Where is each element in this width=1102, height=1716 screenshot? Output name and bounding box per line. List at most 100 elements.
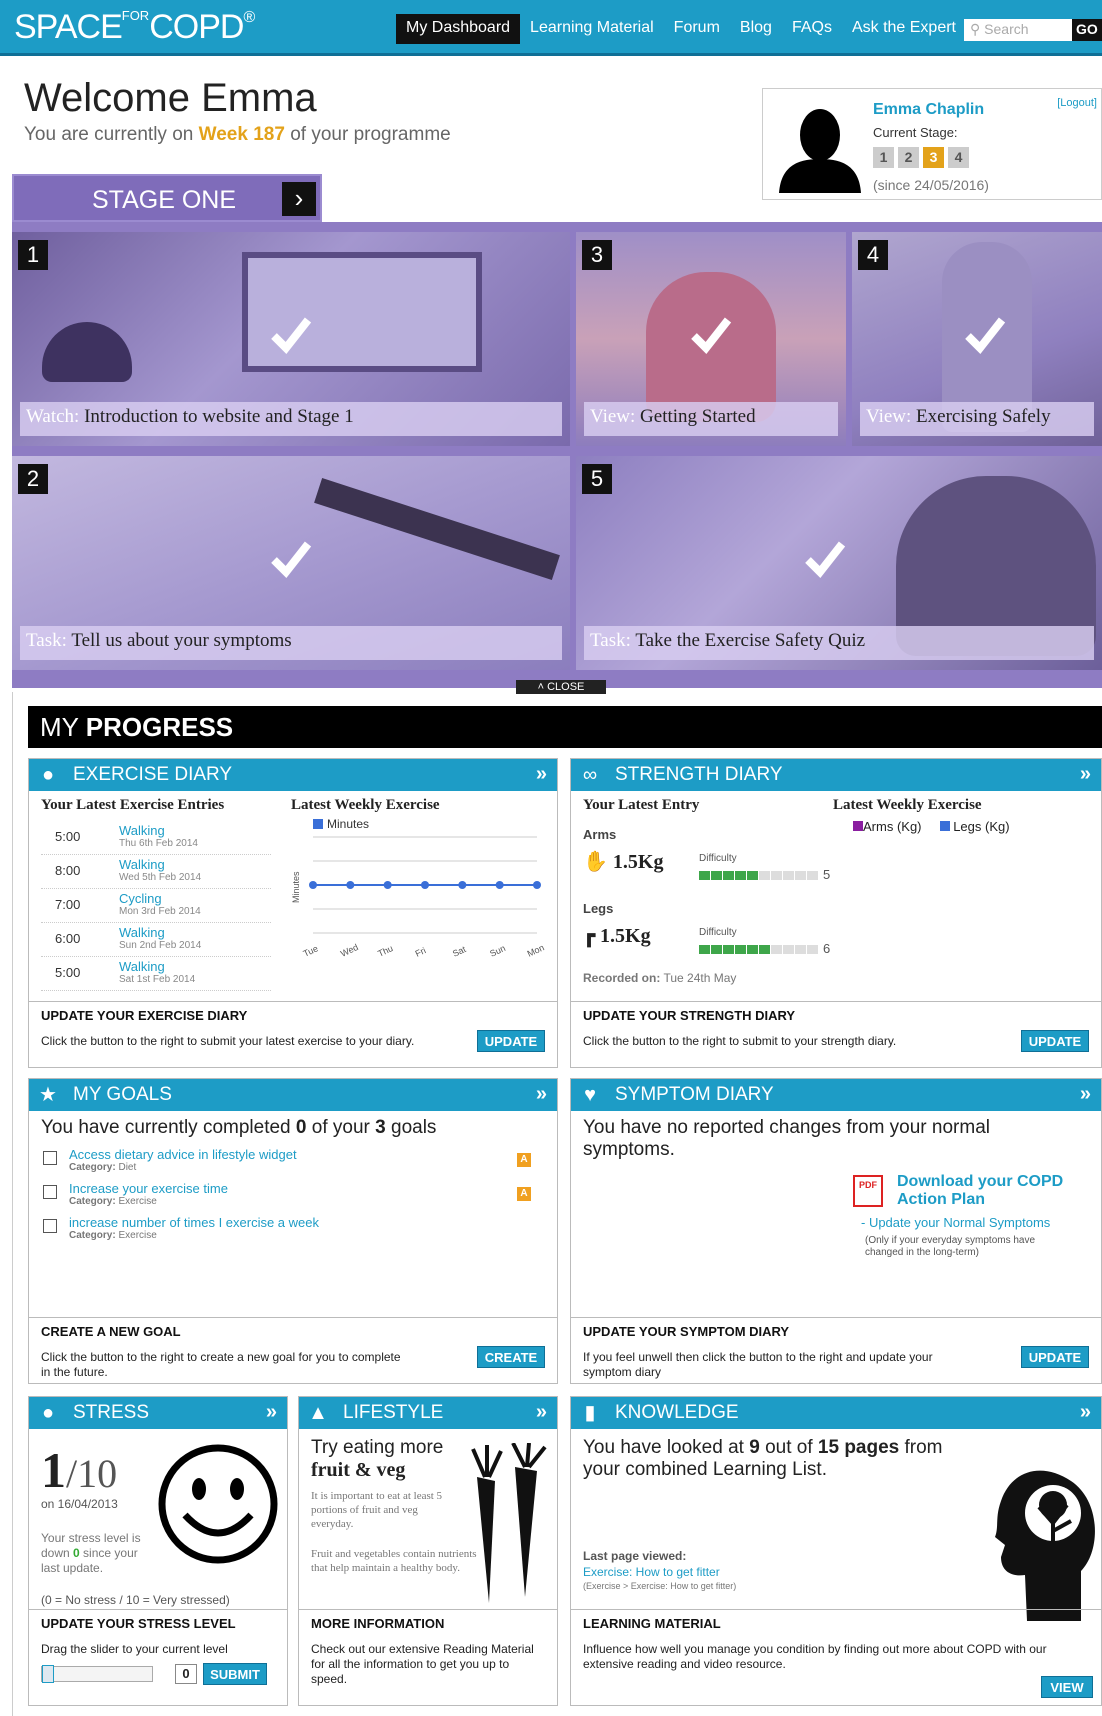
strength-diary-header[interactable]: ∞ STRENGTH DIARY »	[571, 759, 1101, 791]
week-text: You are currently on Week 187 of your pr…	[24, 124, 451, 146]
legs-difficulty-bar	[699, 945, 818, 954]
welcome-title: Welcome Emma	[24, 76, 317, 120]
legs-label: Legs	[583, 901, 614, 916]
avatar	[779, 109, 861, 193]
update-exercise-button[interactable]: UPDATE	[477, 1030, 545, 1052]
check-icon	[805, 541, 846, 579]
check-icon	[271, 541, 312, 579]
update-strength-button[interactable]: UPDATE	[1021, 1030, 1089, 1052]
chevron-right-icon[interactable]: ›	[282, 182, 316, 216]
logo[interactable]: SPACEFORCOPD®	[14, 8, 255, 47]
book-icon: ▮	[584, 1402, 596, 1424]
expand-icon[interactable]: »	[536, 1401, 547, 1424]
expand-icon[interactable]: »	[536, 763, 547, 786]
stress-title: STRESS	[73, 1402, 150, 1423]
knowledge-summary-mid: out of	[759, 1437, 818, 1458]
stage-tab[interactable]: STAGE ONE ›	[12, 174, 322, 222]
x-tick-label: Mon	[526, 942, 546, 958]
entry-activity-link[interactable]: Walking	[119, 959, 165, 974]
symptom-diary-header[interactable]: ♥ SYMPTOM DIARY »	[571, 1079, 1101, 1111]
nav-blog[interactable]: Blog	[730, 14, 782, 44]
strength-diary-footer: UPDATE YOUR STRENGTH DIARY Click the but…	[571, 1001, 1101, 1067]
nav-learning-material[interactable]: Learning Material	[520, 14, 664, 44]
update-symptom-button[interactable]: UPDATE	[1021, 1346, 1089, 1368]
heart-icon: ♥	[584, 1084, 596, 1106]
lamp-image	[42, 322, 132, 382]
entry-activity-link[interactable]: Walking	[119, 857, 165, 872]
strength-weekly-heading: Latest Weekly Exercise	[833, 797, 982, 813]
entry-activity-link[interactable]: Cycling	[119, 891, 162, 906]
entry-date: Sat 1st Feb 2014	[119, 974, 196, 985]
stress-change-value: 0	[73, 1546, 80, 1560]
footer-description: Click the button to the right to create …	[41, 1350, 401, 1379]
lifestyle-title: LIFESTYLE	[343, 1402, 444, 1423]
stage-tile-2[interactable]: 2 Task: Tell us about your symptoms	[12, 456, 570, 670]
stage-tab-bold: ONE	[181, 186, 237, 214]
knowledge-header[interactable]: ▮ KNOWLEDGE »	[571, 1397, 1101, 1429]
tile-text: Exercising Safely	[916, 406, 1051, 427]
entry-activity-link[interactable]: Walking	[119, 925, 165, 940]
user-name[interactable]: Emma Chaplin	[873, 101, 984, 119]
stage-tile-4[interactable]: 4 View: Exercising Safely	[852, 232, 1102, 446]
entry-activity-link[interactable]: Walking	[119, 823, 165, 838]
download-action-plan-link[interactable]: Download your COPD Action Plan	[897, 1173, 1097, 1209]
difficulty-segment	[771, 945, 782, 954]
exercise-entry-row: 7:00 Cycling Mon 3rd Feb 2014	[41, 889, 271, 923]
my-goals-widget: ★ MY GOALS » You have currently complete…	[28, 1078, 558, 1384]
goals-summary-prefix: You have currently completed	[41, 1117, 296, 1138]
lifestyle-header[interactable]: ▲ LIFESTYLE »	[299, 1397, 557, 1429]
tile-caption: Watch: Introduction to website and Stage…	[20, 402, 562, 436]
tile-caption: Task: Take the Exercise Safety Quiz	[584, 626, 1094, 660]
smiley-icon	[158, 1444, 278, 1564]
dumbbell-icon: ∞	[582, 764, 598, 786]
expand-icon[interactable]: »	[536, 1083, 547, 1106]
knowledge-summary: You have looked at 9 out of 15 pages fro…	[583, 1437, 973, 1481]
nav-ask-the-expert[interactable]: Ask the Expert	[842, 14, 966, 44]
nav-forum[interactable]: Forum	[664, 14, 730, 44]
tile-kind: View:	[590, 406, 636, 427]
nav-my-dashboard[interactable]: My Dashboard	[396, 14, 521, 44]
difficulty-segment	[699, 945, 710, 954]
tile-text: Introduction to website and Stage 1	[84, 406, 354, 427]
search-input[interactable]: ⚲ Search	[964, 19, 1072, 41]
stage-2: 2	[898, 147, 919, 168]
logout-link[interactable]: [Logout]	[1057, 97, 1097, 109]
submit-stress-button[interactable]: SUBMIT	[203, 1663, 267, 1685]
goal-link[interactable]: increase number of times I exercise a we…	[69, 1215, 319, 1230]
expand-icon[interactable]: »	[1080, 1401, 1091, 1424]
footer-description: Click the button to the right to submit …	[41, 1034, 415, 1048]
goal-link[interactable]: Access dietary advice in lifestyle widge…	[69, 1147, 297, 1162]
exercise-diary-header[interactable]: ● EXERCISE DIARY »	[29, 759, 557, 791]
goal-checkbox[interactable]	[43, 1219, 57, 1233]
lifestyle-para1: It is important to eat at least 5 portio…	[311, 1490, 443, 1530]
stress-header[interactable]: ● STRESS »	[29, 1397, 287, 1429]
search-go-button[interactable]: GO	[1072, 19, 1102, 41]
update-normal-symptoms-link[interactable]: - Update your Normal Symptoms	[861, 1215, 1050, 1230]
exercise-entry-row: 5:00 Walking Sat 1st Feb 2014	[41, 957, 271, 991]
arms-label: Arms	[583, 827, 617, 842]
stress-value-box[interactable]: 0	[175, 1664, 197, 1684]
create-goal-button[interactable]: CREATE	[477, 1346, 545, 1368]
stress-slider[interactable]	[41, 1665, 153, 1683]
view-learning-button[interactable]: VIEW	[1041, 1676, 1093, 1698]
slider-handle[interactable]	[42, 1665, 54, 1683]
expand-icon[interactable]: »	[1080, 1083, 1091, 1106]
nav-faqs[interactable]: FAQs	[782, 14, 842, 44]
tile-caption: View: Getting Started	[584, 402, 838, 436]
my-goals-header[interactable]: ★ MY GOALS »	[29, 1079, 557, 1111]
stage-tile-1[interactable]: 1 Watch: Introduction to website and Sta…	[12, 232, 570, 446]
logo-copd: COPD	[149, 8, 244, 46]
expand-icon[interactable]: »	[1080, 763, 1091, 786]
last-page-link[interactable]: Exercise: How to get fitter	[583, 1565, 720, 1579]
x-tick-label: Sun	[488, 943, 507, 959]
goal-link[interactable]: Increase your exercise time	[69, 1181, 228, 1196]
weekly-heading: Latest Weekly Exercise	[291, 797, 440, 813]
goal-checkbox[interactable]	[43, 1151, 57, 1165]
expand-icon[interactable]: »	[266, 1401, 277, 1424]
progress-title-bold: PROGRESS	[85, 712, 234, 742]
stage-tile-5[interactable]: 5 Task: Take the Exercise Safety Quiz	[576, 456, 1102, 670]
data-point	[458, 881, 467, 889]
stage-tile-3[interactable]: 3 View: Getting Started	[576, 232, 846, 446]
goal-checkbox[interactable]	[43, 1185, 57, 1199]
goals-list: Access dietary advice in lifestyle widge…	[43, 1147, 543, 1249]
